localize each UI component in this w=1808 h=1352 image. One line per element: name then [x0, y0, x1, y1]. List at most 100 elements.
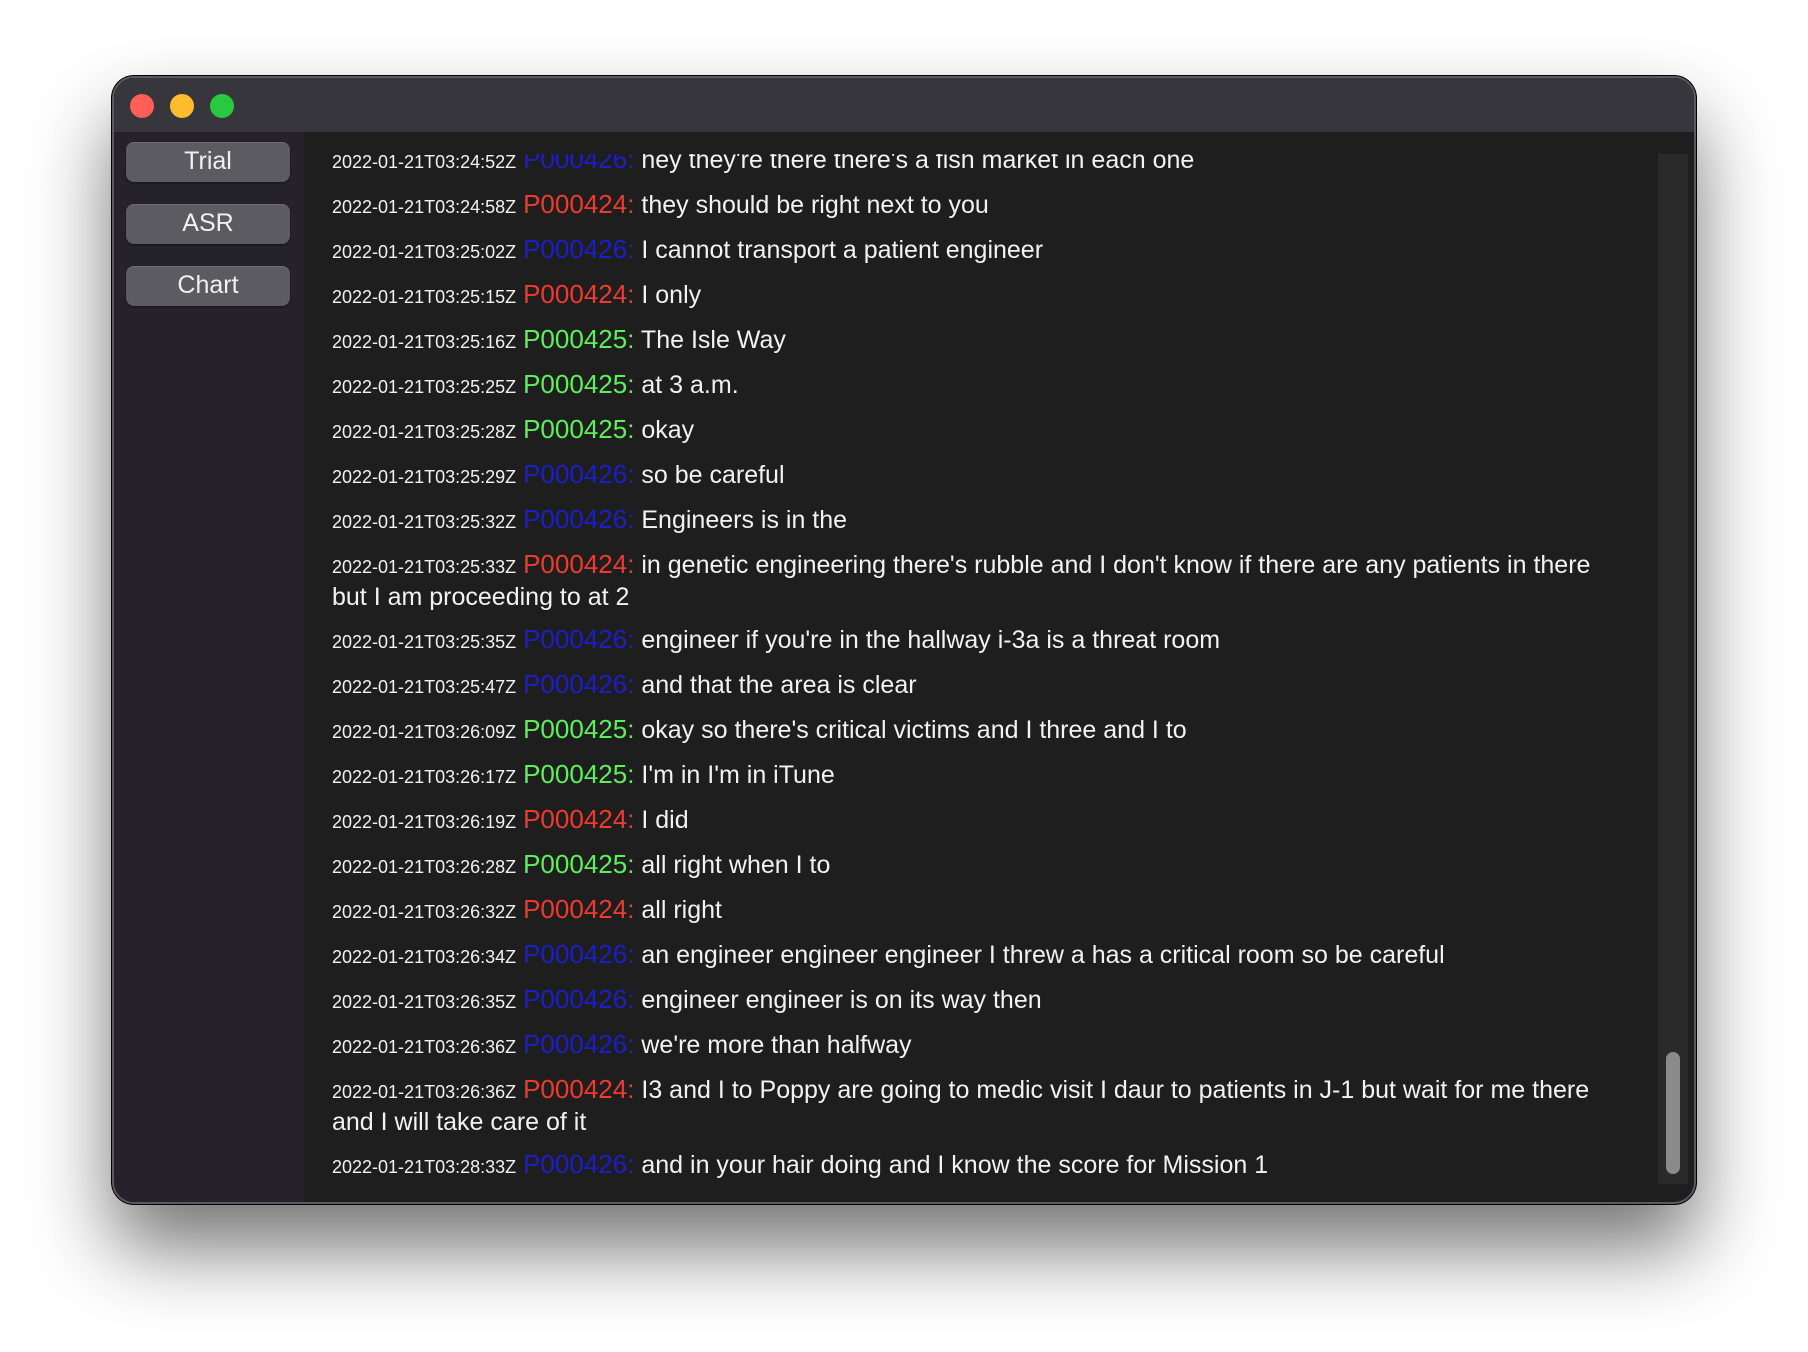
message-timestamp: 2022-01-21T03:26:35Z: [332, 992, 517, 1012]
zoom-window-button[interactable]: [210, 94, 234, 118]
asr-message: 2022-01-21T03:26:09Z P000425: okay so th…: [332, 714, 1632, 747]
message-text: okay: [641, 416, 695, 444]
message-text: engineer engineer is on its way then: [641, 986, 1042, 1014]
message-text: I3 and I to Poppy are going to medic vis…: [332, 1076, 1590, 1136]
asr-message: 2022-01-21T03:25:15Z P000424: I only: [332, 279, 1632, 312]
message-text: they should be right next to you: [641, 191, 989, 219]
asr-message: 2022-01-21T03:25:29Z P000426: so be care…: [332, 459, 1632, 492]
message-timestamp: 2022-01-21T03:25:15Z: [332, 287, 517, 307]
message-timestamp: 2022-01-21T03:25:33Z: [332, 557, 517, 577]
asr-message: 2022-01-21T03:25:35Z P000426: engineer i…: [332, 624, 1632, 657]
message-text: an engineer engineer engineer I threw a …: [641, 941, 1445, 969]
asr-message: 2022-01-21T03:26:35Z P000426: engineer e…: [332, 984, 1632, 1017]
message-text: so be careful: [641, 461, 785, 489]
asr-message: 2022-01-21T03:26:34Z P000426: an enginee…: [332, 939, 1632, 972]
minimize-window-button[interactable]: [170, 94, 194, 118]
asr-message: 2022-01-21T03:26:17Z P000425: I'm in I'm…: [332, 759, 1632, 792]
message-speaker: P000426:: [523, 669, 635, 699]
message-timestamp: 2022-01-21T03:25:28Z: [332, 422, 517, 442]
scrollbar-thumb[interactable]: [1666, 1052, 1680, 1174]
asr-message: 2022-01-21T03:25:33Z P000424: in genetic…: [332, 549, 1632, 612]
app-window: Trial ASR Chart 2022-01-21T03:24:52Z P00…: [112, 76, 1696, 1204]
asr-log-panel[interactable]: 2022-01-21T03:24:52Z P000426: hey they'r…: [322, 154, 1644, 1184]
asr-message: 2022-01-21T03:25:02Z P000426: I cannot t…: [332, 234, 1632, 267]
message-speaker: P000424:: [523, 1074, 635, 1104]
message-timestamp: 2022-01-21T03:26:19Z: [332, 812, 517, 832]
message-speaker: P000424:: [523, 279, 635, 309]
message-speaker: P000426:: [523, 459, 635, 489]
message-speaker: P000426:: [523, 939, 635, 969]
asr-message: 2022-01-21T03:26:32Z P000424: all right: [332, 894, 1632, 927]
message-text: Engineers is in the: [641, 506, 848, 534]
message-timestamp: 2022-01-21T03:26:32Z: [332, 902, 517, 922]
message-speaker: P000424:: [523, 804, 635, 834]
message-timestamp: 2022-01-21T03:26:34Z: [332, 947, 517, 967]
message-text: in genetic engineering there's rubble an…: [332, 551, 1591, 611]
asr-message: 2022-01-21T03:26:36Z P000426: we're more…: [332, 1029, 1632, 1062]
message-speaker: P000426:: [523, 984, 635, 1014]
asr-message: 2022-01-21T03:25:25Z P000425: at 3 a.m.: [332, 369, 1632, 402]
message-text: okay so there's critical victims and I t…: [641, 716, 1187, 744]
message-timestamp: 2022-01-21T03:25:02Z: [332, 242, 517, 262]
asr-message: 2022-01-21T03:26:28Z P000425: all right …: [332, 849, 1632, 882]
message-text: at 3 a.m.: [641, 371, 739, 399]
asr-message-list: 2022-01-21T03:24:52Z P000426: hey they'r…: [332, 154, 1632, 1184]
message-text: all right when I to: [641, 851, 831, 879]
message-text: I only: [641, 281, 702, 309]
message-text: I did: [641, 806, 689, 834]
message-timestamp: 2022-01-21T03:26:17Z: [332, 767, 517, 787]
message-speaker: P000425:: [523, 759, 635, 789]
message-speaker: P000426:: [523, 154, 635, 174]
message-timestamp: 2022-01-21T03:24:52Z: [332, 154, 517, 172]
message-text: The Isle Way: [640, 326, 786, 354]
asr-button[interactable]: ASR: [126, 204, 290, 244]
message-speaker: P000426:: [523, 234, 635, 264]
message-speaker: P000425:: [523, 369, 635, 399]
asr-message: 2022-01-21T03:26:19Z P000424: I did: [332, 804, 1632, 837]
message-text: and in your hair doing and I know the sc…: [641, 1151, 1269, 1179]
message-timestamp: 2022-01-21T03:26:36Z: [332, 1037, 517, 1057]
message-speaker: P000425:: [523, 324, 635, 354]
message-speaker: P000424:: [523, 189, 635, 219]
vertical-scrollbar[interactable]: [1658, 154, 1688, 1184]
chart-button[interactable]: Chart: [126, 266, 290, 306]
message-timestamp: 2022-01-21T03:28:33Z: [332, 1157, 517, 1177]
message-text: all right: [641, 896, 722, 924]
sidebar: Trial ASR Chart: [114, 132, 304, 1202]
message-speaker: P000425:: [523, 714, 635, 744]
asr-message: 2022-01-21T03:25:47Z P000426: and that t…: [332, 669, 1632, 702]
message-text: I'm in I'm in iTune: [641, 761, 835, 789]
asr-message: 2022-01-21T03:25:16Z P000425: The Isle W…: [332, 324, 1632, 357]
message-timestamp: 2022-01-21T03:25:16Z: [332, 332, 517, 352]
asr-message: 2022-01-21T03:25:28Z P000425: okay: [332, 414, 1632, 447]
message-timestamp: 2022-01-21T03:26:36Z: [332, 1082, 517, 1102]
message-timestamp: 2022-01-21T03:24:58Z: [332, 197, 517, 217]
message-timestamp: 2022-01-21T03:26:28Z: [332, 857, 517, 877]
trial-button[interactable]: Trial: [126, 142, 290, 182]
message-speaker: P000426:: [523, 624, 635, 654]
title-bar[interactable]: [114, 78, 1694, 132]
message-timestamp: 2022-01-21T03:26:09Z: [332, 722, 517, 742]
message-text: we're more than halfway: [641, 1031, 912, 1059]
message-text: and that the area is clear: [641, 671, 917, 699]
asr-message: 2022-01-21T03:28:33Z P000426: and in you…: [332, 1149, 1632, 1182]
asr-message: 2022-01-21T03:24:58Z P000424: they shoul…: [332, 189, 1632, 222]
message-speaker: P000426:: [523, 1149, 635, 1179]
message-speaker: P000426:: [523, 504, 635, 534]
asr-message: 2022-01-21T03:25:32Z P000426: Engineers …: [332, 504, 1632, 537]
message-timestamp: 2022-01-21T03:25:35Z: [332, 632, 517, 652]
message-speaker: P000425:: [523, 414, 635, 444]
message-timestamp: 2022-01-21T03:25:32Z: [332, 512, 517, 532]
message-text: hey they're there there's a fish market …: [641, 154, 1195, 174]
message-speaker: P000426:: [523, 1029, 635, 1059]
message-speaker: P000425:: [523, 849, 635, 879]
message-speaker: P000424:: [523, 894, 635, 924]
message-text: I cannot transport a patient engineer: [641, 236, 1044, 264]
message-timestamp: 2022-01-21T03:25:47Z: [332, 677, 517, 697]
close-window-button[interactable]: [130, 94, 154, 118]
message-timestamp: 2022-01-21T03:25:29Z: [332, 467, 517, 487]
asr-message: 2022-01-21T03:26:36Z P000424: I3 and I t…: [332, 1074, 1632, 1137]
message-timestamp: 2022-01-21T03:25:25Z: [332, 377, 517, 397]
message-speaker: P000424:: [523, 549, 635, 579]
asr-message: 2022-01-21T03:24:52Z P000426: hey they'r…: [332, 154, 1632, 177]
